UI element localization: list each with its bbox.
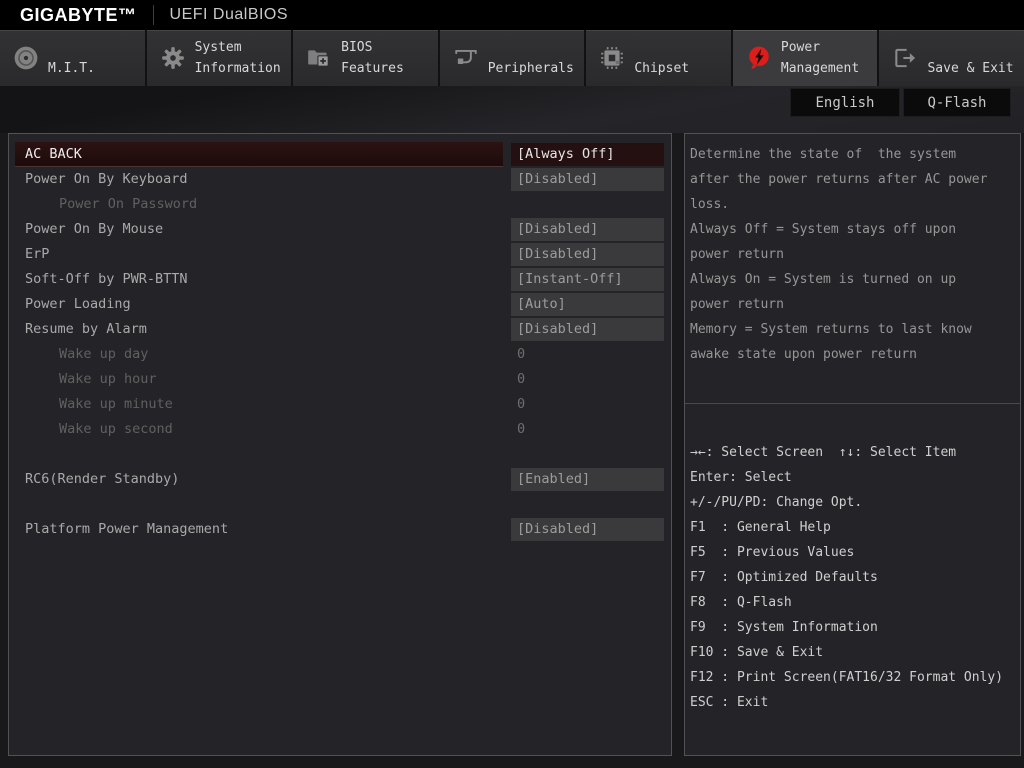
top-bar: GIGABYTE™ UEFI DualBIOS <box>0 0 1024 30</box>
help-line: Always Off = System stays off upon <box>690 217 1016 242</box>
item-help-text: Determine the state of the systemafter t… <box>685 134 1020 404</box>
setting-value[interactable]: [Disabled] <box>511 318 664 341</box>
folder-plus-icon <box>306 45 332 71</box>
setting-row-ac-back[interactable]: AC BACK [Always Off] <box>9 142 671 167</box>
hotkey-line: F5 : Previous Values <box>690 540 1016 565</box>
help-line: power return <box>690 242 1016 267</box>
help-line: after the power returns after AC power <box>690 167 1016 192</box>
setting-label: Wake up hour <box>15 367 503 392</box>
setting-label: Power On By Mouse <box>15 217 503 242</box>
q-flash-button[interactable]: Q-Flash <box>903 88 1011 117</box>
hotkey-legend: →←: Select Screen ↑↓: Select ItemEnter: … <box>685 404 1020 715</box>
setting-label: Platform Power Management <box>15 517 503 542</box>
setting-value[interactable]: [Disabled] <box>511 218 664 241</box>
tab-save-exit[interactable]: Save & Exit <box>879 30 1024 86</box>
tab-bios-features[interactable]: BIOSFeatures <box>293 30 438 86</box>
mit-dial-icon <box>13 45 39 71</box>
exit-icon <box>892 45 918 71</box>
gear-icon <box>160 45 186 71</box>
hotkey-line: F7 : Optimized Defaults <box>690 565 1016 590</box>
tab-label: Save & Exit <box>927 58 1013 86</box>
setting-label: Wake up day <box>15 342 503 367</box>
setting-row-power-on-password: Power On Password <box>9 192 671 217</box>
peripherals-icon <box>453 45 479 71</box>
setting-value[interactable]: [Enabled] <box>511 468 664 491</box>
tab-system-information[interactable]: SystemInformation <box>147 30 292 86</box>
setting-value: 0 <box>511 418 664 441</box>
setting-row-wake-up-hour: Wake up hour 0 <box>9 367 671 392</box>
power-bolt-icon <box>746 45 772 71</box>
tab-label: Chipset <box>634 58 689 86</box>
help-line: awake state upon power return <box>690 342 1016 367</box>
setting-row-resume-by-alarm[interactable]: Resume by Alarm [Disabled] <box>9 317 671 342</box>
setting-value[interactable]: [Always Off] <box>511 143 664 166</box>
firmware-title: UEFI DualBIOS <box>170 6 289 24</box>
tab-bar: M.I.T. SystemInformation BIOSFeatures Perip… <box>0 30 1024 86</box>
hotkey-line: F8 : Q-Flash <box>690 590 1016 615</box>
setting-label: Power On Password <box>15 192 503 217</box>
help-line: Always On = System is turned on up <box>690 267 1016 292</box>
hotkey-line: +/-/PU/PD: Change Opt. <box>690 490 1016 515</box>
spacer-row <box>9 492 671 517</box>
tab-label: Peripherals <box>488 58 574 86</box>
hotkey-line: ESC : Exit <box>690 690 1016 715</box>
hotkey-line: F10 : Save & Exit <box>690 640 1016 665</box>
setting-label: Power Loading <box>15 292 503 317</box>
tab-chipset[interactable]: Chipset <box>586 30 731 86</box>
tab-label: BIOSFeatures <box>341 37 404 86</box>
tab-peripherals[interactable]: Peripherals <box>440 30 585 86</box>
topbar-divider <box>153 5 154 25</box>
setting-label: Resume by Alarm <box>15 317 503 342</box>
setting-label: Wake up minute <box>15 392 503 417</box>
hotkey-line: F1 : General Help <box>690 515 1016 540</box>
help-panel: Determine the state of the systemafter t… <box>684 133 1021 756</box>
setting-row-erp[interactable]: ErP [Disabled] <box>9 242 671 267</box>
setting-label: Soft-Off by PWR-BTTN <box>15 267 503 292</box>
setting-row-platform-power-management[interactable]: Platform Power Management [Disabled] <box>9 517 671 542</box>
setting-value: 0 <box>511 343 664 366</box>
tab-mit[interactable]: M.I.T. <box>0 30 145 86</box>
setting-row-power-loading[interactable]: Power Loading [Auto] <box>9 292 671 317</box>
setting-value[interactable]: [Auto] <box>511 293 664 316</box>
spacer-row <box>9 442 671 467</box>
setting-value[interactable]: [Disabled] <box>511 168 664 191</box>
help-line: loss. <box>690 192 1016 217</box>
hotkey-line: →←: Select Screen ↑↓: Select Item <box>690 440 1016 465</box>
setting-row-power-on-by-mouse[interactable]: Power On By Mouse [Disabled] <box>9 217 671 242</box>
hotkey-line: F12 : Print Screen(FAT16/32 Format Only) <box>690 665 1016 690</box>
setting-value[interactable]: [Disabled] <box>511 243 664 266</box>
setting-row-soft-off-by-pwr-bttn[interactable]: Soft-Off by PWR-BTTN [Instant-Off] <box>9 267 671 292</box>
chipset-icon <box>599 45 625 71</box>
setting-row-power-on-by-keyboard[interactable]: Power On By Keyboard [Disabled] <box>9 167 671 192</box>
help-line: Memory = System returns to last know <box>690 317 1016 342</box>
tab-label: M.I.T. <box>48 58 95 86</box>
settings-panel: AC BACK [Always Off] Power On By Keyboard [… <box>8 133 672 756</box>
setting-row-rc6-render-standby[interactable]: RC6(Render Standby) [Enabled] <box>9 467 671 492</box>
setting-label: ErP <box>15 242 503 267</box>
help-line: Determine the state of the system <box>690 142 1016 167</box>
hotkey-line: F9 : System Information <box>690 615 1016 640</box>
gigabyte-logo: GIGABYTE™ <box>20 5 137 26</box>
setting-label: Power On By Keyboard <box>15 167 503 192</box>
help-line: power return <box>690 292 1016 317</box>
setting-row-wake-up-second: Wake up second 0 <box>9 417 671 442</box>
setting-label: RC6(Render Standby) <box>15 467 503 492</box>
setting-value <box>511 193 664 216</box>
tab-label: SystemInformation <box>195 37 281 86</box>
hotkey-line: Enter: Select <box>690 465 1016 490</box>
setting-value: 0 <box>511 368 664 391</box>
setting-label: AC BACK <box>15 142 503 167</box>
setting-label: Wake up second <box>15 417 503 442</box>
setting-value[interactable]: [Disabled] <box>511 518 664 541</box>
tab-power-management[interactable]: PowerManagement <box>733 30 878 86</box>
settings-list: AC BACK [Always Off] Power On By Keyboard [… <box>9 134 671 542</box>
setting-value[interactable]: [Instant-Off] <box>511 268 664 291</box>
setting-row-wake-up-day: Wake up day 0 <box>9 342 671 367</box>
setting-value: 0 <box>511 393 664 416</box>
setting-row-wake-up-minute: Wake up minute 0 <box>9 392 671 417</box>
tab-label: PowerManagement <box>781 37 859 86</box>
english-button[interactable]: English <box>790 88 900 117</box>
